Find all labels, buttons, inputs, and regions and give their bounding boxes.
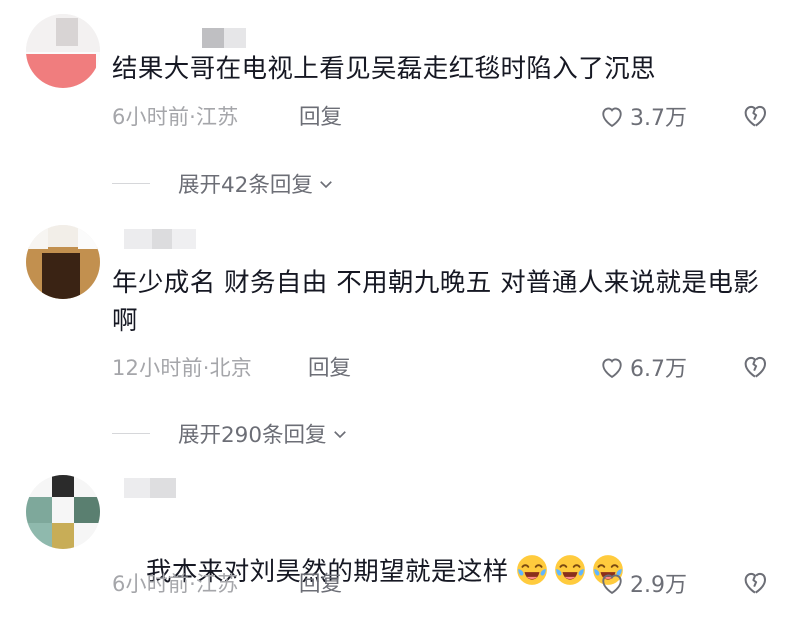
like-count: 2.9万 — [630, 573, 687, 598]
like-button[interactable]: 2.9万 — [598, 567, 687, 599]
crying-laughing-emoji — [554, 555, 585, 585]
username-blurred[interactable] — [124, 478, 184, 498]
reply-button[interactable]: 回复 — [299, 567, 342, 598]
heart-outline-icon — [602, 574, 622, 595]
avatar[interactable] — [26, 475, 100, 549]
crying-laughing-emoji — [516, 555, 547, 585]
comment-item: 我本来对刘昊然的期望就是这样 6小时前·江苏 回复 2.9万 — [0, 0, 800, 611]
comment-meta: 6小时前·江苏 — [112, 572, 239, 596]
broken-heart-icon[interactable] — [740, 567, 770, 597]
